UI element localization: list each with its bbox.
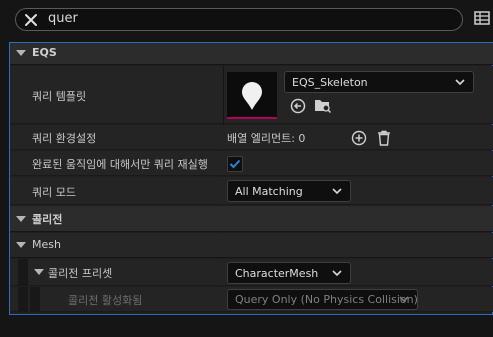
trash-icon[interactable] [377,130,391,146]
property-label: 쿼리 환경설정 [32,132,97,145]
section-title: EQS [32,46,57,59]
property-label: 완료된 움직임에 대해서만 쿼리 재실행 [32,158,208,171]
expand-arrow-icon[interactable] [34,269,44,275]
search-bar[interactable] [15,8,463,31]
section-title: Mesh [32,238,61,251]
section-header-collision[interactable]: 콜리전 [10,206,493,232]
property-label: 콜리전 프리셋 [48,267,113,280]
subsection-header-mesh[interactable]: Mesh [10,233,493,258]
asset-thumbnail[interactable] [227,72,277,119]
collapse-arrow-icon[interactable] [16,50,26,56]
chevron-down-icon [332,270,342,277]
property-row-query-config: 쿼리 환경설정 배열 엘리먼트: 0 [10,125,493,150]
dropdown-value: Query Only (No Physics Collision) [235,293,418,306]
collapse-arrow-icon[interactable] [16,216,26,222]
query-mode-dropdown[interactable]: All Matching [227,180,351,202]
property-row-rerun-on-move: 완료된 움직임에 대해서만 쿼리 재실행 [10,151,493,176]
section-title: 콜리전 [32,213,63,226]
pin-icon [242,82,262,110]
indent-guide [18,259,28,286]
indent-guide [18,287,28,312]
folder-search-icon[interactable] [314,97,332,114]
search-input[interactable]: quer [48,10,78,28]
indent-guide [30,287,40,312]
rerun-checkbox[interactable] [227,156,243,172]
chevron-down-icon [455,79,465,86]
chevron-down-icon [332,188,342,195]
add-icon[interactable] [351,130,367,146]
array-element-count: 배열 엘리먼트: 0 [227,132,306,145]
dropdown-value: CharacterMesh [235,267,319,280]
property-label: 콜리전 활성화됨 [68,294,143,307]
grid-icon[interactable] [474,10,490,26]
query-template-dropdown[interactable]: EQS_Skeleton [284,71,474,93]
browse-arrow-icon[interactable] [290,98,306,114]
close-icon[interactable] [21,10,41,30]
checkmark-icon [229,159,241,169]
collision-enabled-dropdown: Query Only (No Physics Collision) [227,289,418,310]
dropdown-value: All Matching [235,185,303,198]
dropdown-value: EQS_Skeleton [292,76,368,89]
collapse-arrow-icon[interactable] [16,242,26,248]
collision-preset-dropdown[interactable]: CharacterMesh [227,262,351,284]
property-label: 쿼리 템플릿 [32,90,87,103]
chevron-down-icon [399,296,409,303]
property-label: 쿼리 모드 [32,186,76,199]
section-header-eqs[interactable]: EQS [10,43,493,65]
